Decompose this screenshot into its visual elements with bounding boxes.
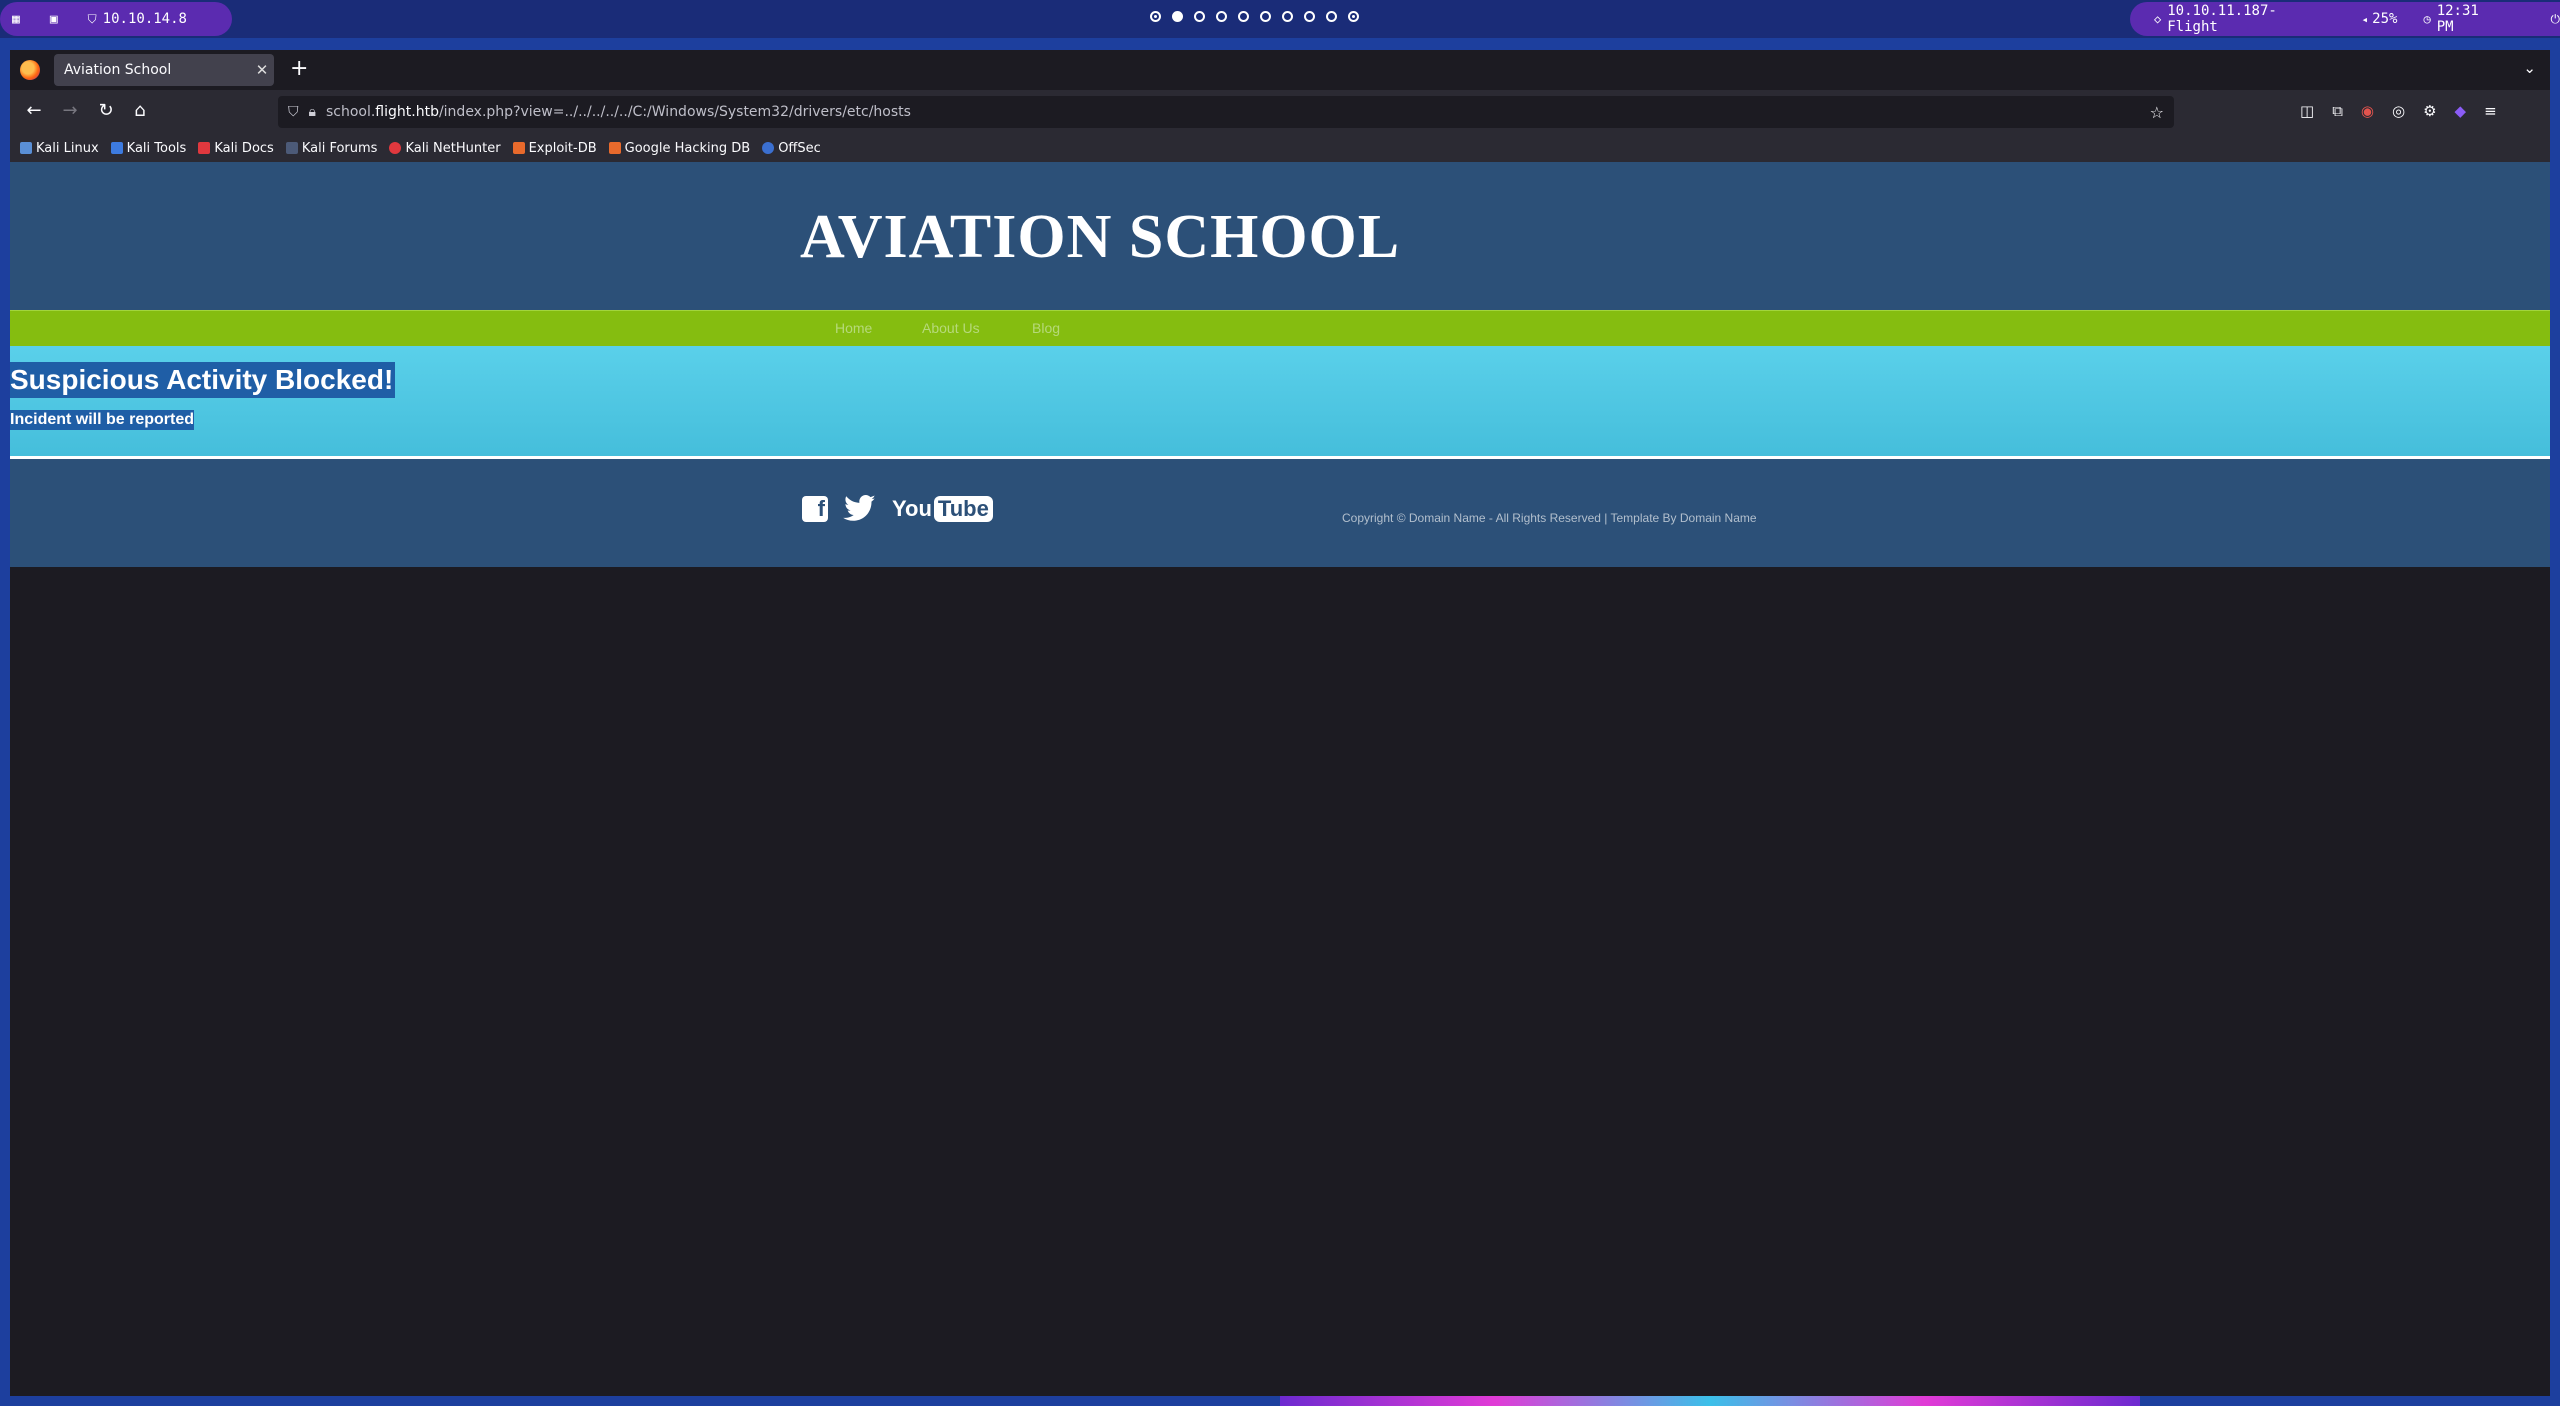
settings-gear-icon[interactable]: ⚙ [2423, 102, 2436, 120]
nethunter-icon [389, 142, 402, 154]
facebook-icon[interactable]: f [802, 496, 828, 522]
workspace-4[interactable] [1216, 11, 1227, 22]
clock-label: 12:31 PM [2436, 3, 2479, 35]
nav-home-link[interactable]: Home [835, 320, 872, 336]
bookmark-kali-forums[interactable]: Kali Forums [285, 141, 377, 156]
list-tabs-chevron-icon[interactable]: ⌄ [2523, 59, 2536, 77]
target-label: 10.10.11.187-Flight [2167, 3, 2277, 35]
address-bar[interactable]: ⛉ 🔒︎ school. flight.htb/index.php?view=..… [278, 96, 2174, 128]
panel-left-group: ▦ ▣ ⛉ 10.10.14.8 [0, 2, 232, 36]
nav-blog-link[interactable]: Blog [1032, 320, 1060, 336]
toolbar-icons: ◫ ⧉ ◉ ◎ ⚙ ◆ ≡ [2300, 102, 2497, 120]
hamburger-menu-icon[interactable]: ≡ [2484, 102, 2497, 120]
bookmark-star-icon[interactable]: ☆ [2150, 103, 2164, 122]
power-icon[interactable]: ⏻ [2551, 12, 2560, 27]
bookmark-kali-docs[interactable]: Kali Docs [198, 141, 274, 156]
copyright-text: Copyright © Domain Name - All Rights Res… [1342, 511, 1757, 525]
tracking-shield-icon[interactable]: ⛉ [288, 104, 299, 120]
workspace-1[interactable] [1150, 11, 1161, 22]
mask-icon[interactable]: ◎ [2392, 102, 2405, 120]
web-page: AVIATION SCHOOL Home About Us Blog Suspi… [10, 162, 2550, 1396]
extensions-icon[interactable]: ⧉ [2332, 102, 2343, 120]
alert-banner: Suspicious Activity Blocked! Incident wi… [10, 346, 2550, 459]
url-domain: flight.htb [375, 104, 439, 120]
twitter-icon[interactable] [842, 495, 878, 523]
workspace-8[interactable] [1304, 11, 1315, 22]
workspace-3[interactable] [1194, 11, 1205, 22]
wallpaper-art [1280, 1396, 2140, 1406]
site-title: AVIATION SCHOOL [800, 203, 1401, 271]
kali-dragon-icon [20, 142, 32, 154]
reload-icon[interactable]: ↻ [94, 100, 118, 122]
bookmark-kali-nethunter[interactable]: Kali NetHunter [389, 141, 501, 156]
bookmark-kali-linux[interactable]: Kali Linux [20, 141, 99, 156]
apps-grid-icon[interactable]: ▦ [12, 12, 20, 27]
volume-label[interactable]: 25% [2372, 11, 2397, 27]
site-footer: f You Tube Copyright © Domain Name - All … [10, 459, 2550, 567]
panel-right-group: ◇ 10.10.11.187-Flight ◂ 25% ◷ 12:31 PM ⏻ [2130, 2, 2560, 36]
workspace-switcher [1150, 11, 1359, 22]
tab-title: Aviation School [64, 62, 172, 78]
bookmark-offsec[interactable]: OffSec [762, 141, 821, 156]
browser-window: Aviation School ✕ + ⌄ ← → ↻ ⌂ ⛉ 🔒︎ schoo… [10, 50, 2550, 1396]
alert-text: Incident will be reported [10, 410, 195, 430]
nav-about-link[interactable]: About Us [922, 320, 980, 336]
back-arrow-icon[interactable]: ← [22, 100, 46, 122]
window-icon[interactable]: ▣ [50, 12, 58, 27]
exploit-db-icon [512, 142, 525, 154]
url-path: /index.php?view=../../../../../C:/Window… [438, 104, 911, 120]
pocket-icon[interactable]: ◫ [2300, 102, 2314, 120]
target-icon: ◇ [2154, 12, 2162, 26]
desktop-top-panel: ▦ ▣ ⛉ 10.10.14.8 ◇ 10.10.11.187-Flight ◂… [0, 0, 2560, 38]
wappalyzer-icon[interactable]: ◆ [2455, 102, 2467, 120]
vpn-ip-label: 10.10.14.8 [102, 11, 187, 27]
tab-bar: Aviation School ✕ + ⌄ [10, 50, 2550, 90]
firefox-logo-icon[interactable] [20, 60, 40, 80]
bookmarks-bar: Kali Linux Kali Tools Kali Docs Kali For… [10, 134, 2550, 162]
clock-icon: ◷ [2423, 12, 2431, 26]
youtube-icon[interactable]: You Tube [892, 496, 993, 522]
url-prefix: school. [325, 104, 376, 120]
bookmark-kali-tools[interactable]: Kali Tools [110, 141, 186, 156]
workspace-9[interactable] [1326, 11, 1337, 22]
forward-arrow-icon[interactable]: → [58, 100, 82, 122]
new-tab-button[interactable]: + [290, 57, 308, 81]
foxyproxy-icon[interactable]: ◉ [2361, 102, 2374, 120]
alert-heading: Suspicious Activity Blocked! [10, 362, 396, 398]
site-nav: Home About Us Blog [10, 310, 2550, 347]
shield-icon: ⛉ [87, 11, 97, 26]
workspace-5[interactable] [1238, 11, 1249, 22]
kali-tools-icon [110, 142, 123, 154]
lock-icon[interactable]: 🔒︎ [309, 104, 316, 120]
site-header: AVIATION SCHOOL [10, 162, 2550, 310]
volume-icon: ◂ [2361, 12, 2369, 26]
tab-aviation-school[interactable]: Aviation School ✕ [54, 54, 274, 86]
bookmark-google-hacking-db[interactable]: Google Hacking DB [608, 141, 750, 156]
kali-docs-icon [198, 142, 211, 154]
close-tab-icon[interactable]: ✕ [250, 61, 274, 79]
workspace-10[interactable] [1348, 11, 1359, 22]
ghdb-icon [608, 142, 621, 154]
home-icon[interactable]: ⌂ [128, 100, 152, 122]
social-links: f You Tube [802, 495, 993, 523]
navigation-toolbar: ← → ↻ ⌂ ⛉ 🔒︎ school. flight.htb/index.php… [10, 90, 2550, 134]
offsec-icon [762, 142, 775, 154]
workspace-6[interactable] [1260, 11, 1271, 22]
workspace-7[interactable] [1282, 11, 1293, 22]
bookmark-exploit-db[interactable]: Exploit-DB [512, 141, 597, 156]
workspace-2[interactable] [1172, 11, 1183, 22]
kali-forums-icon [285, 142, 298, 154]
